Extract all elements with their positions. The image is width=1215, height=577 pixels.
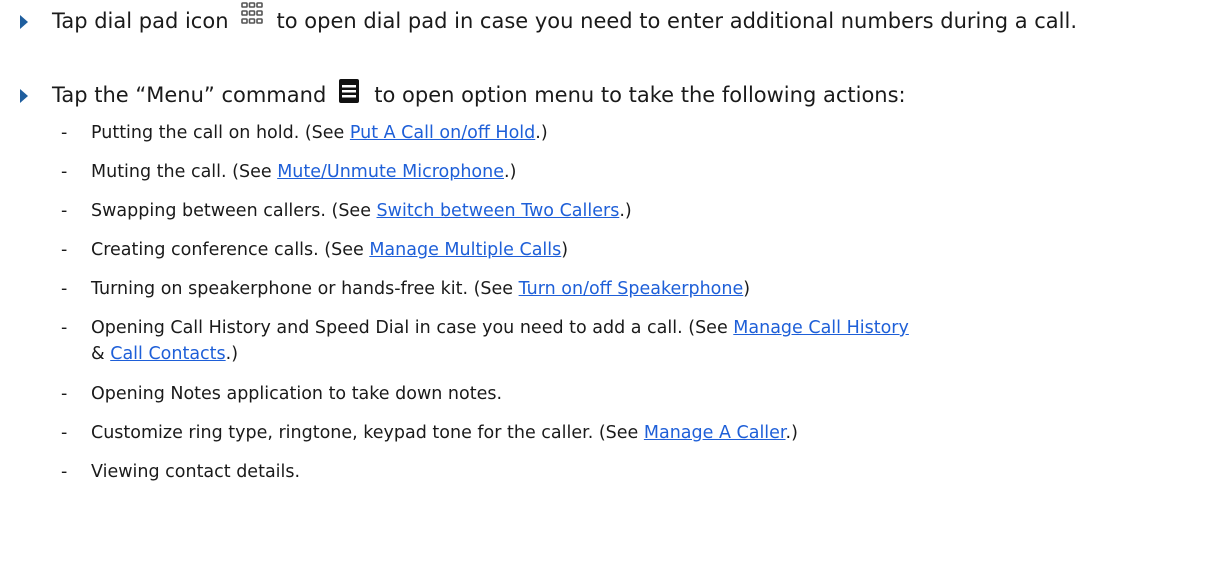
dash-marker: - <box>61 318 68 338</box>
link-manage-multiple-calls[interactable]: Manage Multiple Calls <box>369 240 561 260</box>
list-item-suffix: .) <box>504 162 517 182</box>
dialpad-icon <box>240 2 263 24</box>
bullet-menu: Tap the “Menu” command to open option me… <box>20 79 1210 109</box>
link-switch-between-two-callers[interactable]: Switch between Two Callers <box>377 201 620 221</box>
list-item: - Putting the call on hold. (See Put A C… <box>61 120 1211 146</box>
link-manage-a-caller[interactable]: Manage A Caller <box>644 423 786 443</box>
bullet-text-before: Tap dial pad icon <box>52 9 229 33</box>
dash-marker: - <box>61 384 68 404</box>
dash-marker: - <box>61 240 68 260</box>
list-item: - Muting the call. (See Mute/Unmute Micr… <box>61 159 1211 185</box>
dash-marker: - <box>61 279 68 299</box>
list-item-suffix: .) <box>535 123 548 143</box>
list-item-text: Turning on speakerphone or hands-free ki… <box>91 279 519 299</box>
bullet-text-after: to open dial pad in case you need to ent… <box>276 9 1078 33</box>
list-item-suffix: .) <box>785 423 798 443</box>
list-item-text: Opening Notes application to take down n… <box>91 384 503 404</box>
link-turn-on-off-speakerphone[interactable]: Turn on/off Speakerphone <box>519 279 744 299</box>
list-item: - Opening Notes application to take down… <box>61 381 1211 407</box>
menu-icon <box>338 78 360 104</box>
list-item-text-continued: & <box>91 344 111 364</box>
list-item-suffix: .) <box>619 201 632 221</box>
list-item-text: Customize ring type, ringtone, keypad to… <box>91 423 644 443</box>
dash-marker: - <box>61 462 68 482</box>
document-page: Tap dial pad icon to open dial pad in ca… <box>0 0 1215 577</box>
link-put-call-on-off-hold[interactable]: Put A Call on/off Hold <box>350 123 535 143</box>
list-item-suffix: ) <box>561 240 569 260</box>
bullet-arrow-icon <box>20 89 28 103</box>
list-item-text: Opening Call History and Speed Dial in c… <box>91 318 734 338</box>
bullet-text-before: Tap the “Menu” command <box>52 83 327 107</box>
bullet-dialpad: Tap dial pad icon to open dial pad in ca… <box>20 2 1210 35</box>
link-manage-call-history[interactable]: Manage Call History <box>733 318 909 338</box>
list-item: - Turning on speakerphone or hands-free … <box>61 276 1211 302</box>
list-item: - Viewing contact details. <box>61 459 1211 485</box>
list-item-text: Putting the call on hold. (See <box>91 123 350 143</box>
list-item: - Creating conference calls. (See Manage… <box>61 237 1211 263</box>
bullet-text-after: to open option menu to take the followin… <box>374 83 906 107</box>
list-item-suffix: ) <box>743 279 751 299</box>
dash-marker: - <box>61 423 68 443</box>
list-item-text: Viewing contact details. <box>91 462 301 482</box>
bullet-arrow-icon <box>20 15 28 29</box>
list-item-text: Creating conference calls. (See <box>91 240 370 260</box>
dash-marker: - <box>61 162 68 182</box>
list-item-text: Swapping between callers. (See <box>91 201 377 221</box>
link-mute-unmute-microphone[interactable]: Mute/Unmute Microphone <box>277 162 504 182</box>
dash-marker: - <box>61 123 68 143</box>
list-item-suffix: .) <box>225 344 239 364</box>
list-item-text: Muting the call. (See <box>91 162 278 182</box>
list-item: - Customize ring type, ringtone, keypad … <box>61 420 1211 446</box>
link-call-contacts[interactable]: Call Contacts <box>110 344 225 364</box>
list-item: - Opening Call History and Speed Dial in… <box>61 315 1211 367</box>
dash-marker: - <box>61 201 68 221</box>
list-item: - Swapping between callers. (See Switch … <box>61 198 1211 224</box>
